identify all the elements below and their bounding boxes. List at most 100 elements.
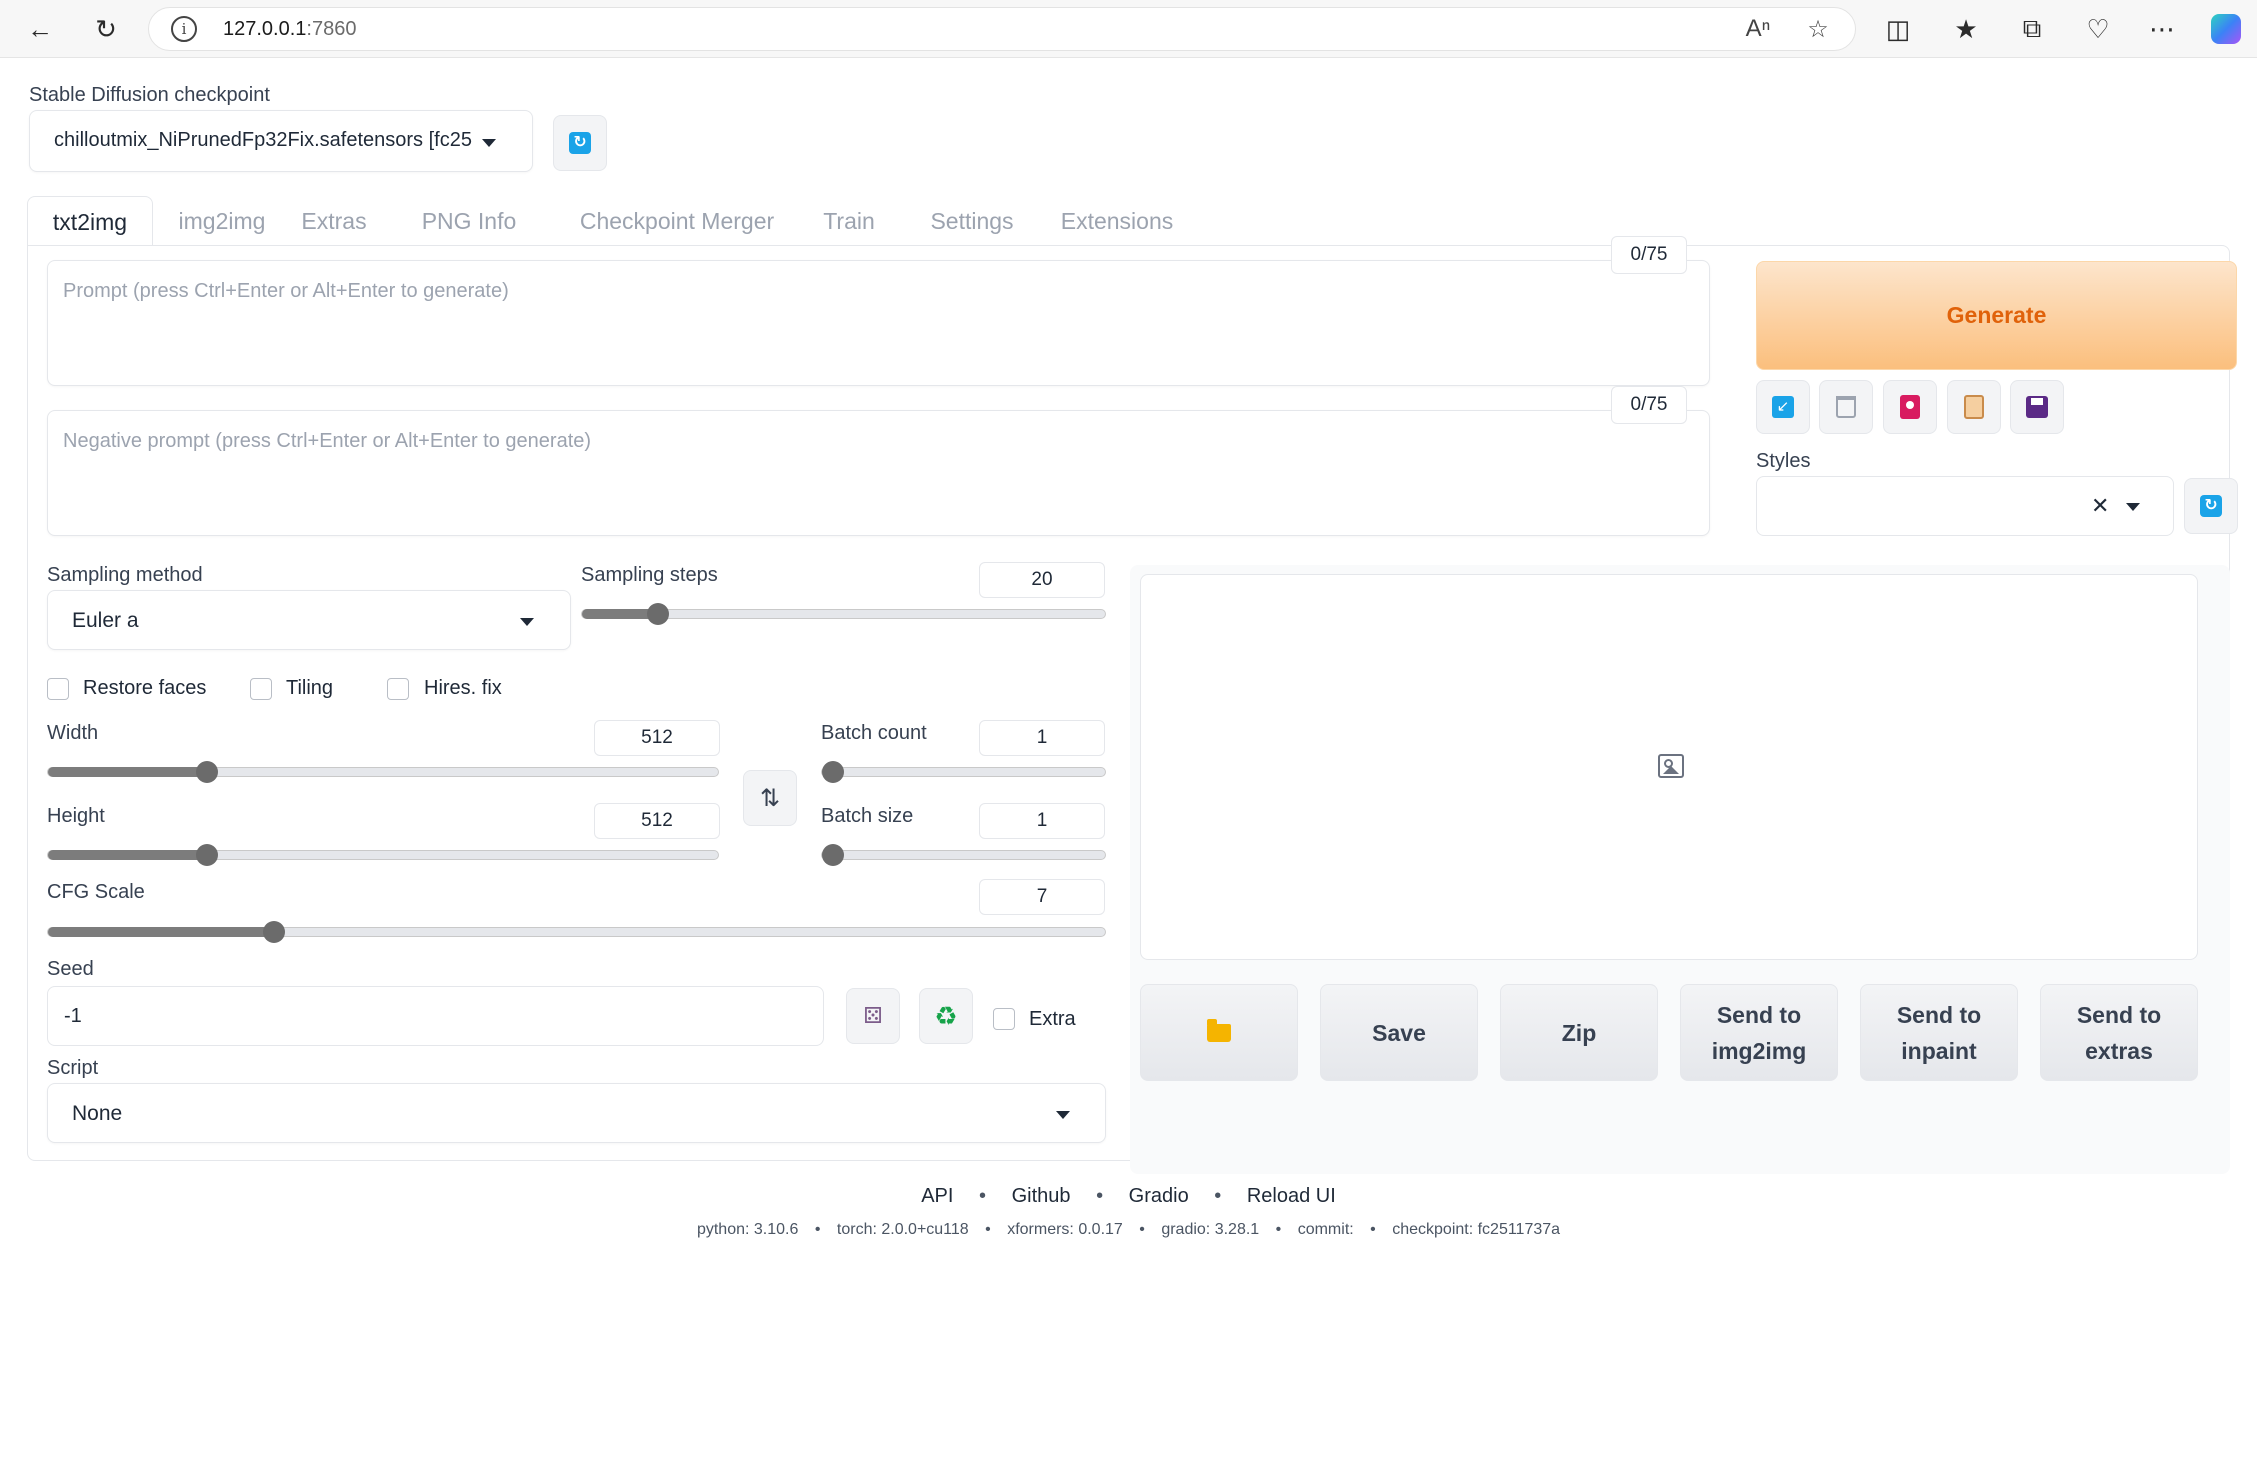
- tab-checkpoint-merger[interactable]: Checkpoint Merger: [557, 196, 797, 246]
- send-to-extras-button[interactable]: Send to extras: [2040, 984, 2198, 1081]
- sampling-steps-input[interactable]: 20: [979, 562, 1105, 598]
- send-to-inpaint-button[interactable]: Send to inpaint: [1860, 984, 2018, 1081]
- back-arrow-icon[interactable]: ←: [20, 9, 60, 49]
- refresh-icon: ↻: [569, 132, 591, 154]
- tab-extras[interactable]: Extras: [289, 196, 379, 246]
- read-aloud-icon[interactable]: Aⁿ: [1741, 12, 1775, 46]
- clear-prompt-button[interactable]: [1819, 380, 1873, 434]
- send-to-inpaint-line2: inpaint: [1901, 1037, 1977, 1064]
- footer-link-api[interactable]: API: [921, 1185, 953, 1207]
- browser-essentials-icon[interactable]: ♡: [2078, 9, 2118, 49]
- split-screen-icon[interactable]: ◫: [1878, 9, 1918, 49]
- tab-settings[interactable]: Settings: [897, 196, 1047, 246]
- sampling-method-label: Sampling method: [47, 564, 203, 586]
- batch-size-input[interactable]: 1: [979, 803, 1105, 839]
- read-generation-params-button[interactable]: ↙: [1756, 380, 1810, 434]
- styles-dropdown[interactable]: ✕: [1756, 476, 2174, 536]
- slider-fill: [48, 927, 274, 937]
- slider-thumb[interactable]: [196, 844, 218, 866]
- copilot-icon[interactable]: [2206, 9, 2246, 49]
- clipboard-icon: [1964, 395, 1984, 419]
- footer-link-gradio[interactable]: Gradio: [1129, 1185, 1189, 1207]
- generate-button[interactable]: Generate: [1756, 261, 2237, 370]
- swap-dimensions-button[interactable]: ⇅: [743, 770, 797, 826]
- footer-links: API • Github • Gradio • Reload UI: [0, 1185, 2257, 1208]
- footer-bullet: •: [1214, 1185, 1222, 1207]
- height-input[interactable]: 512: [594, 803, 720, 839]
- save-button[interactable]: Save: [1320, 984, 1478, 1081]
- extra-seed-checkbox[interactable]: [993, 1008, 1015, 1030]
- footer-bullet: •: [979, 1185, 987, 1207]
- footer-link-github[interactable]: Github: [1012, 1185, 1071, 1207]
- tab-txt2img[interactable]: txt2img: [27, 196, 153, 246]
- output-gallery[interactable]: [1140, 574, 2198, 960]
- refresh-styles-button[interactable]: ↻: [2184, 478, 2238, 534]
- floppy-disk-icon: [2026, 396, 2048, 418]
- batch-size-label: Batch size: [821, 805, 914, 827]
- slider-thumb[interactable]: [822, 844, 844, 866]
- cfg-scale-slider[interactable]: [47, 921, 1106, 943]
- tiling-checkbox[interactable]: [250, 678, 272, 700]
- width-slider[interactable]: [47, 761, 719, 783]
- batch-count-input[interactable]: 1: [979, 720, 1105, 756]
- sampling-method-dropdown[interactable]: Euler a: [47, 590, 571, 650]
- prompt-textarea[interactable]: Prompt (press Ctrl+Enter or Alt+Enter to…: [47, 260, 1710, 386]
- show-extra-networks-button[interactable]: [1883, 380, 1937, 434]
- batch-count-slider[interactable]: [821, 761, 1106, 783]
- prompt-token-counter: 0/75: [1611, 236, 1687, 274]
- more-options-icon[interactable]: ⋯: [2142, 9, 2182, 49]
- chevron-down-icon: [1056, 1111, 1070, 1119]
- footer-commit: commit:: [1297, 1221, 1354, 1238]
- apply-styles-button[interactable]: [1947, 380, 2001, 434]
- tab-train[interactable]: Train: [799, 196, 899, 246]
- cfg-scale-input[interactable]: 7: [979, 879, 1105, 915]
- checkpoint-value: chilloutmix_NiPrunedFp32Fix.safetensors …: [54, 129, 472, 151]
- folder-icon: [1207, 1018, 1231, 1042]
- open-folder-button[interactable]: [1140, 984, 1298, 1081]
- script-dropdown[interactable]: None: [47, 1083, 1106, 1143]
- restore-faces-checkbox[interactable]: [47, 678, 69, 700]
- address-bar[interactable]: i 127.0.0.1:7860 Aⁿ ☆: [148, 7, 1856, 51]
- hires-fix-checkbox[interactable]: [387, 678, 409, 700]
- browser-toolbar: ← ↻ i 127.0.0.1:7860 Aⁿ ☆ ◫ ★ ⧉ ♡ ⋯: [0, 0, 2257, 58]
- zip-button[interactable]: Zip: [1500, 984, 1658, 1081]
- footer-bullet: •: [1370, 1221, 1376, 1238]
- footer-bullet: •: [985, 1221, 991, 1238]
- slider-thumb[interactable]: [196, 761, 218, 783]
- send-to-img2img-button[interactable]: Send to img2img: [1680, 984, 1838, 1081]
- negative-prompt-textarea[interactable]: Negative prompt (press Ctrl+Enter or Alt…: [47, 410, 1710, 536]
- swap-arrows-icon: ⇅: [759, 784, 781, 812]
- batch-size-slider[interactable]: [821, 844, 1106, 866]
- restore-faces-label: Restore faces: [83, 677, 207, 699]
- random-seed-button[interactable]: ⚄: [846, 988, 900, 1044]
- tab-extensions[interactable]: Extensions: [1037, 196, 1197, 246]
- favorites-icon[interactable]: ★: [1946, 9, 1986, 49]
- checkpoint-dropdown[interactable]: chilloutmix_NiPrunedFp32Fix.safetensors …: [29, 110, 533, 172]
- footer-link-reload-ui[interactable]: Reload UI: [1247, 1185, 1336, 1207]
- reload-icon[interactable]: ↻: [86, 9, 126, 49]
- sampling-steps-slider[interactable]: [581, 603, 1106, 625]
- width-input[interactable]: 512: [594, 720, 720, 756]
- favorite-star-icon[interactable]: ☆: [1801, 12, 1835, 46]
- save-style-button[interactable]: [2010, 380, 2064, 434]
- tab-png-info[interactable]: PNG Info: [399, 196, 539, 246]
- send-to-img2img-line1: Send to: [1716, 1001, 1802, 1028]
- seed-input[interactable]: -1: [47, 986, 824, 1046]
- slider-thumb[interactable]: [647, 603, 669, 625]
- clear-icon[interactable]: ✕: [2091, 493, 2109, 519]
- slider-thumb[interactable]: [822, 761, 844, 783]
- refresh-checkpoint-button[interactable]: ↻: [553, 115, 607, 171]
- height-label: Height: [47, 805, 105, 827]
- tiling-label: Tiling: [286, 677, 334, 699]
- slider-thumb[interactable]: [263, 921, 285, 943]
- chevron-down-icon: [520, 618, 534, 626]
- cfg-scale-label: CFG Scale: [47, 881, 145, 903]
- collections-icon[interactable]: ⧉: [2012, 9, 2052, 49]
- slider-fill: [48, 850, 207, 860]
- site-info-icon[interactable]: i: [171, 16, 197, 42]
- tab-img2img[interactable]: img2img: [162, 196, 282, 246]
- slider-fill: [48, 767, 207, 777]
- reuse-seed-button[interactable]: ♻: [919, 988, 973, 1044]
- height-slider[interactable]: [47, 844, 719, 866]
- script-value: None: [72, 1102, 123, 1125]
